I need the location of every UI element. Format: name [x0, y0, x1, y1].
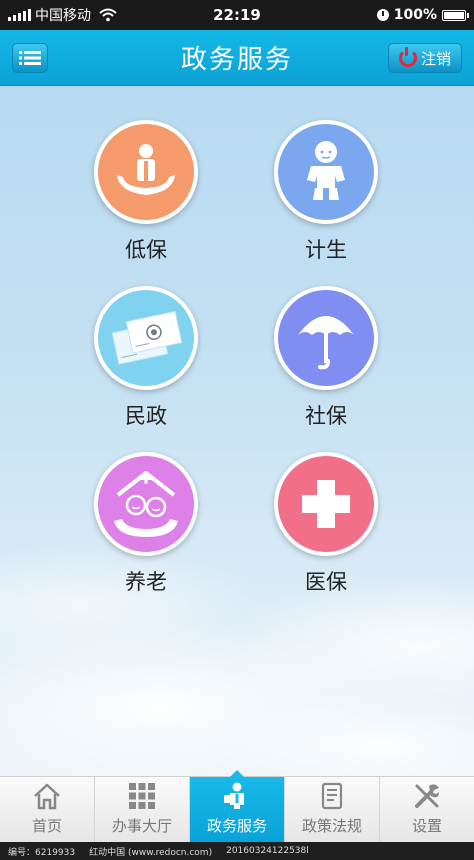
service-item-minzheng[interactable]: 民政: [66, 286, 226, 430]
watermark-code: 20160324122538l: [226, 846, 309, 856]
service-item-dibao[interactable]: 低保: [66, 120, 226, 264]
service-label: 计生: [305, 238, 347, 262]
person-hands-icon: [94, 120, 198, 224]
tab-policies[interactable]: 政策法规: [285, 777, 380, 842]
elderly-care-icon: [94, 452, 198, 556]
tab-home[interactable]: 首页: [0, 777, 95, 842]
service-item-yibao[interactable]: 医保: [246, 452, 406, 596]
watermark-site: 红动中国 (www.redocn.com): [89, 847, 213, 858]
watermark-strip: 编号：6219933 红动中国 (www.redocn.com) 2016032…: [0, 842, 474, 860]
watermark-id: 编号：6219933: [8, 847, 76, 858]
tab-label: 政务服务: [206, 817, 267, 835]
service-person-icon: [222, 781, 252, 811]
service-item-shebao[interactable]: 社保: [246, 286, 406, 430]
logout-label: 注销: [420, 49, 451, 68]
status-right: 100%: [376, 7, 469, 23]
list-menu-icon: [19, 51, 41, 65]
tools-icon: [412, 781, 442, 811]
wifi-icon: [99, 8, 117, 22]
document-icon: [317, 781, 347, 811]
battery-icon: [442, 9, 469, 21]
tab-label: 首页: [31, 817, 62, 835]
status-left: 中国移动: [8, 5, 117, 25]
tab-label: 设置: [411, 817, 442, 835]
service-item-jisheng[interactable]: 计生: [246, 120, 406, 264]
home-icon: [32, 781, 62, 811]
alarm-clock-icon: [376, 9, 389, 21]
certificate-icon: [94, 286, 198, 390]
logout-button[interactable]: 注销: [388, 43, 462, 73]
status-bar: 中国移动 22:19 100%: [0, 0, 474, 30]
nav-bar: 政务服务 注销: [0, 30, 474, 86]
service-label: 医保: [305, 570, 347, 594]
tab-hall[interactable]: 办事大厅: [95, 777, 190, 842]
baby-icon: [274, 120, 378, 224]
carrier-name: 中国移动: [35, 8, 91, 24]
service-label: 民政: [125, 404, 167, 428]
tab-label: 政策法规: [301, 817, 362, 835]
service-label: 养老: [125, 570, 167, 594]
tab-label: 办事大厅: [111, 817, 172, 835]
bottom-tab-bar: 首页 办事大厅 政务服务 政策法规 设置: [0, 770, 474, 842]
page-title: 政务服务: [180, 45, 293, 75]
grid-icon: [127, 781, 157, 811]
service-label: 低保: [125, 238, 167, 262]
service-label: 社保: [305, 404, 347, 428]
service-item-yanglao[interactable]: 养老: [66, 452, 226, 596]
service-grid-area: 低保 计生 民政 社保 养老 医保: [0, 86, 474, 776]
signal-icon: [8, 9, 31, 21]
tab-government-services[interactable]: 政务服务: [190, 770, 285, 842]
medical-cross-icon: [274, 452, 378, 556]
battery-percent: 100%: [393, 7, 437, 23]
menu-button[interactable]: [12, 43, 48, 73]
power-icon: [398, 47, 417, 67]
umbrella-icon: [274, 286, 378, 390]
tab-settings[interactable]: 设置: [380, 777, 474, 842]
